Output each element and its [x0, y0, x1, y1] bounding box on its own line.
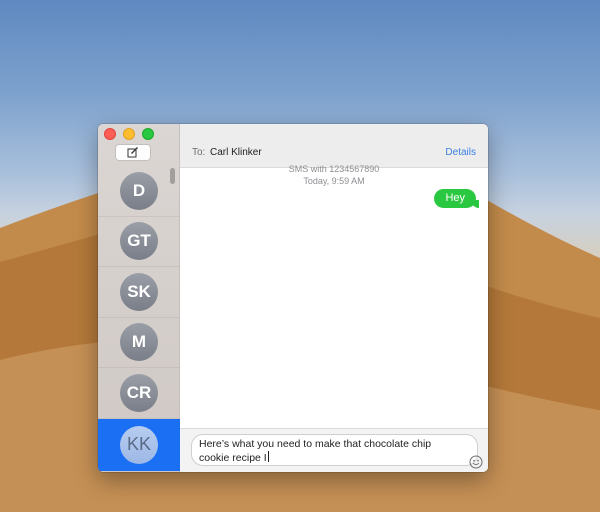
timestamp: Today, 9:59 AM [303, 176, 365, 186]
avatar: CR [120, 373, 158, 412]
recipient-field[interactable]: Carl Klinker [210, 147, 262, 158]
minimize-button[interactable] [123, 128, 135, 140]
conversation-item[interactable]: M [98, 318, 180, 368]
avatar: GT [120, 222, 158, 261]
conversation-item[interactable]: GT [98, 217, 180, 267]
conversation-item[interactable]: CR [98, 368, 180, 419]
avatar: M [120, 323, 158, 362]
conversation-item[interactable]: SK [98, 267, 180, 318]
details-button[interactable]: Details [445, 147, 476, 158]
compose-button[interactable] [115, 144, 151, 161]
text-cursor [267, 451, 269, 462]
avatar: D [120, 171, 158, 210]
draft-text: Here’s what you need to make that chocol… [199, 438, 432, 464]
emoji-icon[interactable] [469, 455, 483, 469]
composer-bar: Here’s what you need to make that chocol… [180, 428, 488, 472]
message-bubble[interactable]: Hey [434, 189, 476, 208]
conversation-sidebar: D GT SK M CR KK [98, 124, 180, 472]
avatar: SK [120, 272, 158, 311]
service-line: SMS with 1234567890 [288, 164, 380, 174]
conversation-item[interactable]: D [98, 166, 180, 217]
compose-icon [127, 147, 138, 158]
to-label: To: [192, 147, 206, 158]
message-input[interactable]: Here’s what you need to make that chocol… [191, 434, 478, 466]
conversation-header: To: Carl Klinker Details [180, 124, 488, 168]
window-controls [104, 128, 154, 140]
message-thread: SMS with 1234567890 Today, 9:59 AM Hey [180, 164, 488, 428]
avatar: KK [120, 425, 158, 464]
conversation-item-selected[interactable]: KK [98, 418, 180, 471]
conversation-list: D GT SK M CR KK [98, 166, 180, 471]
close-button[interactable] [104, 128, 116, 140]
messages-window: D GT SK M CR KK To: Carl Klinker Details… [98, 124, 488, 472]
zoom-button[interactable] [142, 128, 154, 140]
